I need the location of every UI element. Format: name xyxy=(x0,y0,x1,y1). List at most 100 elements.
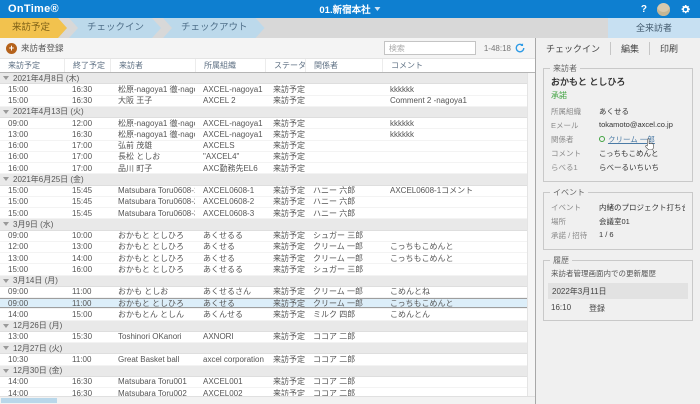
cell-end: 17:00 xyxy=(64,141,110,150)
cell-related: ココア 二郎 xyxy=(305,354,382,365)
visitor-row[interactable]: 15:0016:30大阪 王子AXCEL 2来訪予定Comment 2 -nag… xyxy=(0,96,528,107)
col-header-visit-end[interactable]: 終了予定 xyxy=(64,59,110,72)
visitor-field-value[interactable]: クリーム 一郎 xyxy=(599,134,685,145)
collapse-chevron-icon xyxy=(3,222,9,226)
date-group-row[interactable]: 2021年6月25日 (金) xyxy=(0,174,528,185)
history-date[interactable]: 2022年3月11日 xyxy=(548,283,688,299)
help-icon[interactable]: ? xyxy=(641,4,647,15)
visitor-row[interactable]: 13:0014:00おかもと としひろあくせる来訪予定クリーム 一郎こっちもこめ… xyxy=(0,253,528,264)
visitor-row[interactable]: 16:0017:00長松 としお"AXCEL4"来訪予定 xyxy=(0,152,528,163)
group-date-label: 2021年4月8日 (木) xyxy=(13,73,79,84)
cell-status: 来訪予定 xyxy=(265,264,305,275)
print-button[interactable]: 印刷 xyxy=(649,42,688,55)
col-header-related[interactable]: 関係者 xyxy=(305,59,382,72)
event-field-value: 会議室01 xyxy=(599,216,685,227)
cell-end: 16:30 xyxy=(64,96,110,105)
col-header-organization[interactable]: 所属組織 xyxy=(195,59,265,72)
visitor-row[interactable]: 15:0016:00おかもと としひろあくせるる来訪予定シュガー 三郎 xyxy=(0,264,528,275)
check-in-button[interactable]: チェックイン xyxy=(536,42,610,55)
cell-visitor: Matsubara Toru0608-1 xyxy=(110,186,195,195)
group-date-label: 12月26日 (月) xyxy=(13,320,62,331)
cell-start: 13:00 xyxy=(0,130,64,139)
visitor-row[interactable]: 13:0015:30Toshinori OKanoriAXNORI来訪予定ココア… xyxy=(0,332,528,343)
visitor-field-row: コメントこっちもこめんと xyxy=(551,148,685,159)
all-visitors-button[interactable]: 全来訪者 xyxy=(608,18,700,38)
cell-comment: AXCEL0608-1コメント xyxy=(382,185,528,196)
cell-status: 来訪予定 xyxy=(265,84,305,95)
cell-comment: こめんとん xyxy=(382,309,528,320)
col-header-comment[interactable]: コメント xyxy=(382,59,535,72)
collapse-chevron-icon xyxy=(3,369,9,373)
date-group-row[interactable]: 2021年4月13日 (火) xyxy=(0,107,528,118)
date-group-row[interactable]: 3月9日 (水) xyxy=(0,219,528,230)
date-group-row[interactable]: 12月26日 (月) xyxy=(0,321,528,332)
visitor-row[interactable]: 14:0016:30Matsubara Toru001AXCEL001来訪予定コ… xyxy=(0,377,528,388)
visitor-row[interactable]: 16:0017:00弘前 茂雄AXCELS来訪予定 xyxy=(0,141,528,152)
visitor-row[interactable]: 15:0016:30松原-nagoya1 徹-nagoya1AXCEL-nago… xyxy=(0,84,528,95)
visitor-row[interactable]: 13:0016:30松原-nagoya1 徹-nagoya1AXCEL-nago… xyxy=(0,129,528,140)
search-input[interactable] xyxy=(384,41,476,55)
history-caption: 来訪者管理画面内での更新履歴 xyxy=(551,268,685,279)
cell-related: ハニー 六郎 xyxy=(305,185,382,196)
horizontal-scrollbar-thumb[interactable] xyxy=(1,398,57,403)
visitor-row[interactable]: 12:0013:00おかもと としひろあくせる来訪予定クリーム 一郎こっちもこめ… xyxy=(0,242,528,253)
edit-button[interactable]: 編集 xyxy=(610,42,649,55)
cell-start: 16:00 xyxy=(0,164,64,173)
cell-comment: kkkkkk xyxy=(382,130,528,139)
cell-end: 15:45 xyxy=(64,209,110,218)
col-header-visitor[interactable]: 来訪者 xyxy=(110,59,195,72)
cell-end: 11:00 xyxy=(64,287,110,296)
topbar-icons: ? xyxy=(641,3,691,16)
col-header-visit-start[interactable]: 来訪予定 xyxy=(0,59,64,72)
visitor-row[interactable]: 09:0011:00おかも としおあくせるさん来訪予定クリーム 一郎こめんとね xyxy=(0,287,528,298)
cell-start: 16:00 xyxy=(0,152,64,161)
cell-status: 来訪予定 xyxy=(265,185,305,196)
main-area: + 来訪者登録 1-48:18 来訪予定 終了予定 来訪者 所属組織 ステータス… xyxy=(0,38,536,404)
event-field-label: 承諾 / 招待 xyxy=(551,230,599,241)
tab-visit-schedule[interactable]: 来訪予定 xyxy=(0,18,67,38)
visitor-row[interactable]: 14:0015:00おかもとん としんあくんせる来訪予定ミルク 四郎こめんとん xyxy=(0,309,528,320)
vertical-scrollbar[interactable] xyxy=(527,73,535,396)
visitor-row[interactable]: 16:0017:00品川 町子AXC勤務先EL6来訪予定 xyxy=(0,163,528,174)
cell-end: 16:30 xyxy=(64,389,110,396)
location-selector[interactable]: 01.新宿本社 xyxy=(319,2,380,16)
visitor-field-row: 関係者クリーム 一郎 xyxy=(551,134,685,145)
col-header-status[interactable]: ステータス xyxy=(265,59,305,72)
date-group-row[interactable]: 12月30日 (金) xyxy=(0,366,528,377)
visitor-row[interactable]: 09:0012:00松原-nagoya1 徹-nagoya1AXCEL-nago… xyxy=(0,118,528,129)
visitor-row[interactable]: 15:0015:45Matsubara Toru0608-1AXCEL0608-… xyxy=(0,186,528,197)
history-box: 履歴 来訪者管理画面内での更新履歴 2022年3月11日 16:10 登録 xyxy=(543,260,693,321)
refresh-icon[interactable] xyxy=(515,43,525,53)
history-entry: 16:10 登録 xyxy=(551,303,685,314)
cell-start: 15:00 xyxy=(0,85,64,94)
visitor-row[interactable]: 09:0010:00おかもと としひろあくせるる来訪予定シュガー 三郎 xyxy=(0,231,528,242)
horizontal-scrollbar[interactable] xyxy=(0,396,535,404)
avatar[interactable] xyxy=(657,3,670,16)
cell-comment: kkkkkk xyxy=(382,119,528,128)
group-date-label: 3月9日 (水) xyxy=(13,219,53,230)
register-visitor-button[interactable]: + 来訪者登録 xyxy=(6,42,64,54)
cell-start: 14:00 xyxy=(0,389,64,396)
visitor-row[interactable]: 15:0015:45Matsubara Toru0608-2AXCEL0608-… xyxy=(0,197,528,208)
cell-end: 16:30 xyxy=(64,377,110,386)
visitor-row[interactable]: 09:0011:00おかもと としひろあくせる来訪予定クリーム 一郎こっちもこめ… xyxy=(0,298,528,309)
event-field-row: 場所会議室01 xyxy=(551,216,685,227)
tab-check-in[interactable]: チェックイン xyxy=(69,18,161,38)
visitor-row[interactable]: 14:0016:30Matsubara Toru002AXCEL002来訪予定コ… xyxy=(0,388,528,396)
approval-status: 承諾 xyxy=(551,90,685,101)
cell-visitor: 弘前 茂雄 xyxy=(110,140,195,151)
date-group-row[interactable]: 3月14日 (月) xyxy=(0,276,528,287)
tab-check-out[interactable]: チェックアウト xyxy=(163,18,265,38)
gear-icon[interactable] xyxy=(680,4,691,15)
date-group-row[interactable]: 12月27日 (火) xyxy=(0,343,528,354)
cell-org: あくせる xyxy=(195,298,265,309)
cell-comment: こっちもこめんと xyxy=(382,241,528,252)
date-group-row[interactable]: 2021年4月8日 (木) xyxy=(0,73,528,84)
visitor-row[interactable]: 10:3011:00Great Basket ballaxcel corpora… xyxy=(0,354,528,365)
cell-end: 15:45 xyxy=(64,186,110,195)
chevron-down-icon xyxy=(375,7,381,11)
cell-status: 来訪予定 xyxy=(265,286,305,297)
cell-status: 来訪予定 xyxy=(265,95,305,106)
visitor-row[interactable]: 15:0015:45Matsubara Toru0608-3AXCEL0608-… xyxy=(0,208,528,219)
cell-visitor: Matsubara Toru002 xyxy=(110,389,195,396)
